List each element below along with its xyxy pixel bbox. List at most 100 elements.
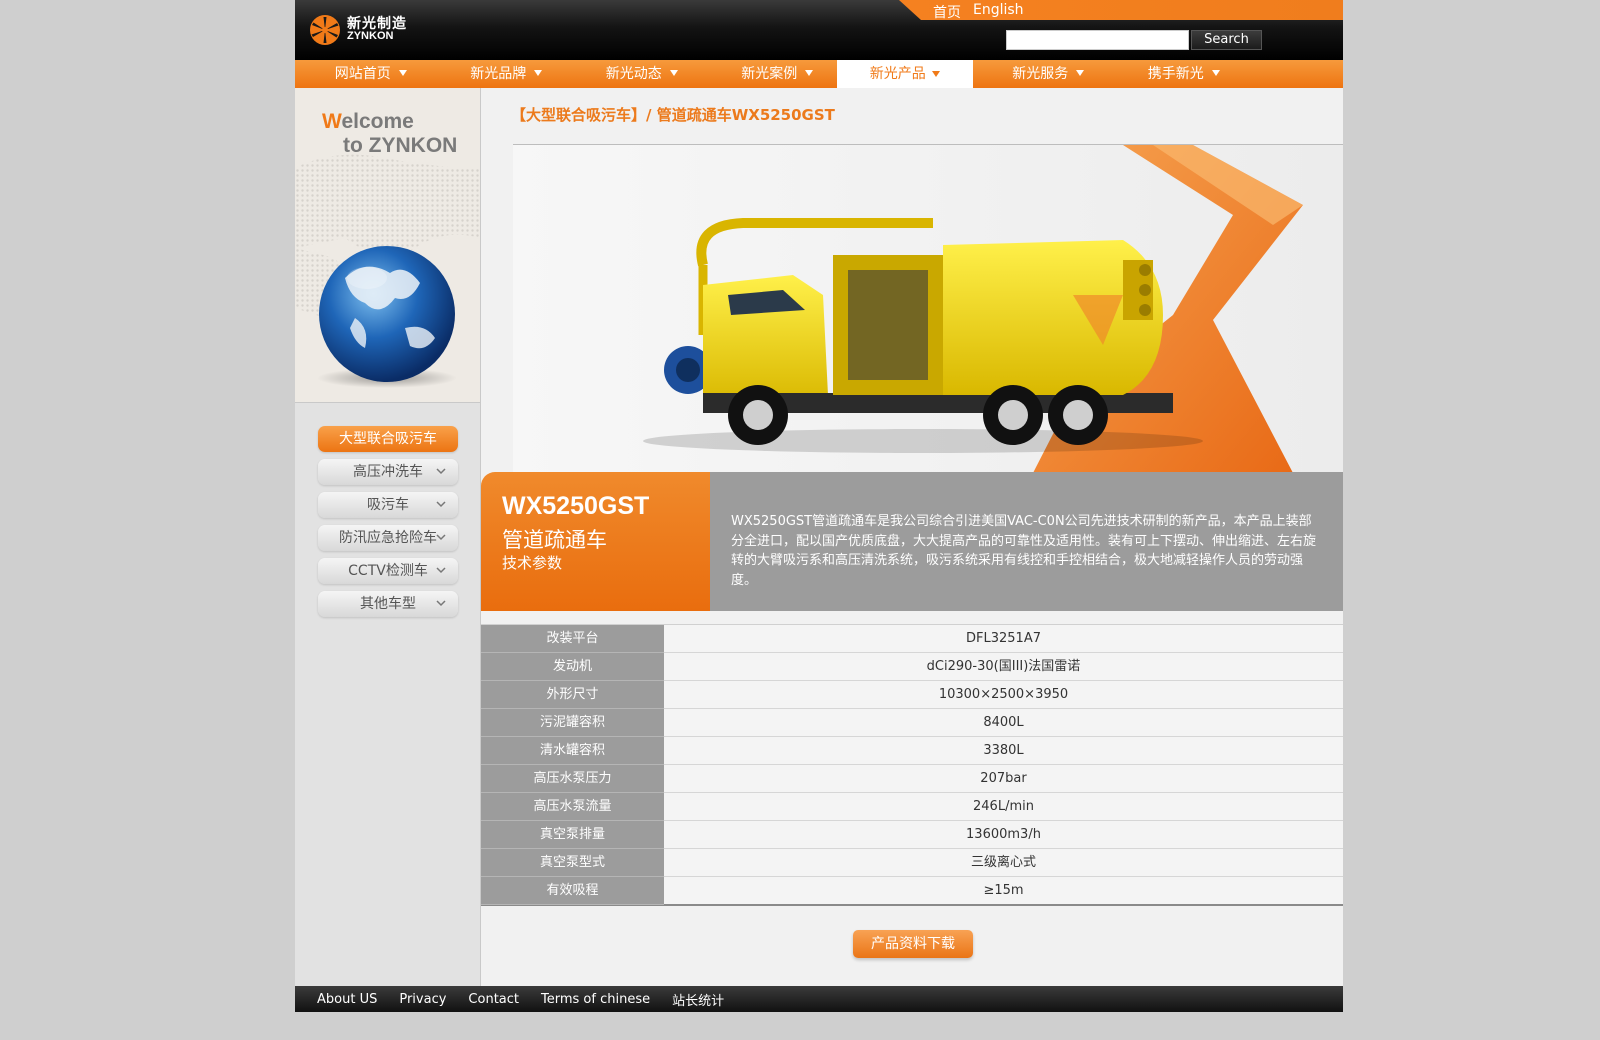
nav-item-brand[interactable]: 新光品牌 [431,60,567,88]
nav-item-label: 新光品牌 [470,66,527,82]
spec-value: 3380L [664,737,1343,764]
dropdown-arrow-icon [398,70,407,76]
category-label: CCTV检测车 [348,563,428,579]
table-row: 有效吸程 ≥15m [481,877,1343,905]
main-nav: 网站首页 新光品牌 新光动态 新光案例 新光产品 新光服务 携手新光 [295,60,1343,88]
download-brochure-button[interactable]: 产品资料下载 [853,930,973,958]
dropdown-arrow-icon [1076,70,1084,76]
product-description-block: WX5250GST管道疏通车是我公司综合引进美国VAC-C0N公司先进技术研制的… [710,472,1343,611]
product-title-block: WX5250GST 管道疏通车 技术参数 [481,472,710,611]
product-hero-image [513,144,1343,473]
spec-label: 高压水泵流量 [481,793,664,821]
product-intro: WX5250GST 管道疏通车 技术参数 WX5250GST管道疏通车是我公司综… [481,472,1343,611]
product-model: WX5250GST [502,492,650,520]
spec-label: 外形尺寸 [481,681,664,709]
nav-item-label: 携手新光 [1147,66,1204,82]
footer-link-about[interactable]: About US [317,992,377,1007]
spec-label: 有效吸程 [481,877,664,905]
spec-value: 13600m3/h [664,821,1343,848]
nav-item-label: 新光产品 [869,66,926,82]
table-row: 高压水泵流量 246L/min [481,793,1343,821]
category-label: 其他车型 [360,596,416,612]
dropdown-arrow-icon [931,71,940,77]
category-label: 大型联合吸污车 [339,431,437,447]
table-row: 高压水泵压力 207bar [481,765,1343,793]
breadcrumb: 【大型联合吸污车】/ 管道疏通车WX5250GST [511,106,835,124]
table-row: 真空泵排量 13600m3/h [481,821,1343,849]
welcome-banner: Welcome to ZYNKON [295,88,480,403]
spec-label: 高压水泵压力 [481,765,664,793]
brand-name-cn: 新光制造 [347,15,407,31]
chevron-down-icon [436,600,446,607]
nav-item-service[interactable]: 新光服务 [973,60,1109,88]
spec-value: 三级离心式 [664,849,1343,876]
logo[interactable]: 新光制造 ZYNKON [309,14,407,46]
welcome-line2: to ZYNKON [343,134,458,157]
chevron-down-icon [436,567,446,574]
chevron-down-icon [436,501,446,508]
sidebar: Welcome to ZYNKON 大型联合吸污车 高压冲洗车 吸污车 防汛应急… [295,88,481,986]
nav-item-products[interactable]: 新光产品 [837,60,973,88]
search-button[interactable]: Search [1191,30,1262,50]
nav-item-home[interactable]: 网站首页 [295,60,431,88]
category-cctv-inspection[interactable]: CCTV检测车 [318,558,458,584]
category-suction-truck[interactable]: 吸污车 [318,492,458,518]
footer: About US Privacy Contact Terms of chines… [295,986,1343,1012]
spec-value: 10300×2500×3950 [664,681,1343,708]
nav-item-label: 新光服务 [1012,66,1069,82]
table-row: 清水罐容积 3380L [481,737,1343,765]
spec-value: dCi290-30(国III)法国雷诺 [664,653,1343,680]
lang-english-link[interactable]: English [973,2,1024,18]
nav-item-news[interactable]: 新光动态 [566,60,702,88]
language-bar: 首页 English [899,0,1343,20]
spec-table: 改装平台 DFL3251A7 发动机 dCi290-30(国III)法国雷诺 外形尺… [481,624,1343,906]
dropdown-arrow-icon [669,70,678,76]
footer-link-terms[interactable]: Terms of chinese [541,992,650,1007]
welcome-word: elcome [341,110,414,133]
nav-item-label: 新光动态 [605,66,662,82]
footer-link-contact[interactable]: Contact [468,992,519,1007]
brand-name-en: ZYNKON [347,30,394,42]
header: 新光制造 ZYNKON 首页 English Search [295,0,1343,60]
category-joint-suction-truck[interactable]: 大型联合吸污车 [318,426,458,452]
product-description: WX5250GST管道疏通车是我公司综合引进美国VAC-C0N公司先进技术研制的… [731,514,1317,588]
dropdown-arrow-icon [534,70,542,76]
lang-home-link[interactable]: 首页 [933,2,961,20]
spec-label: 发动机 [481,653,664,681]
product-name: 管道疏通车 [502,528,607,552]
category-high-pressure-flushing[interactable]: 高压冲洗车 [318,459,458,485]
search-input[interactable] [1006,30,1189,50]
truck-illustration [643,145,1303,473]
product-params-title: 技术参数 [502,554,563,572]
spec-value: ≥15m [664,877,1343,904]
footer-link-privacy[interactable]: Privacy [399,992,446,1007]
product-category-menu: 大型联合吸污车 高压冲洗车 吸污车 防汛应急抢险车 CCTV检测车 其他车型 [318,426,458,624]
table-row: 污泥罐容积 8400L [481,709,1343,737]
welcome-heading: Welcome to ZYNKON [322,110,457,158]
spec-label: 清水罐容积 [481,737,664,765]
spec-value: DFL3251A7 [664,625,1343,652]
page: 新光制造 ZYNKON 首页 English Search 网站首页 新光品牌 … [295,0,1343,1012]
table-row: 真空泵型式 三级离心式 [481,849,1343,877]
category-label: 吸污车 [367,497,409,513]
spec-value: 8400L [664,709,1343,736]
category-label: 高压冲洗车 [353,464,423,480]
dropdown-arrow-icon [1211,70,1220,76]
spec-value: 207bar [664,765,1343,792]
spec-label: 污泥罐容积 [481,709,664,737]
zynkon-logo-icon [310,15,340,45]
footer-link-stats[interactable]: 站长统计 [672,990,724,1009]
nav-item-label: 新光案例 [741,66,798,82]
dropdown-arrow-icon [805,70,813,76]
category-other-vehicles[interactable]: 其他车型 [318,591,458,617]
category-label: 防汛应急抢险车 [339,530,437,546]
table-row: 发动机 dCi290-30(国III)法国雷诺 [481,653,1343,681]
welcome-initial: W [322,110,342,133]
nav-item-cases[interactable]: 新光案例 [702,60,838,88]
nav-item-join[interactable]: 携手新光 [1108,60,1244,88]
table-row: 外形尺寸 10300×2500×3950 [481,681,1343,709]
chevron-down-icon [436,468,446,475]
category-flood-emergency[interactable]: 防汛应急抢险车 [318,525,458,551]
spec-label: 改装平台 [481,625,664,653]
spec-value: 246L/min [664,793,1343,820]
